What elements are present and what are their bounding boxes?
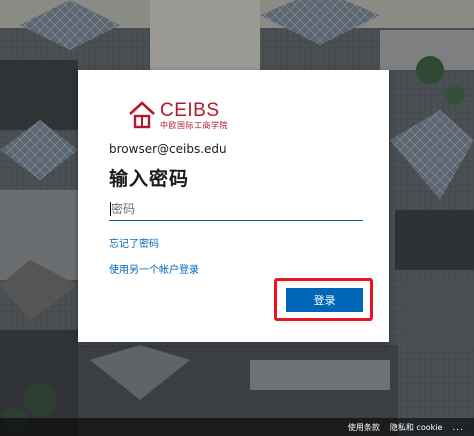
forgot-password-link[interactable]: 忘记了密码: [109, 235, 159, 250]
password-input[interactable]: [109, 198, 363, 221]
brand-name: CEIBS: [160, 99, 220, 121]
terms-link[interactable]: 使用条款: [348, 422, 380, 433]
footer-bar: 使用条款 隐私和 cookie ...: [0, 418, 474, 436]
page-title: 输入密码: [109, 168, 190, 190]
more-options-button[interactable]: ...: [452, 423, 464, 433]
signin-button[interactable]: 登录: [286, 288, 363, 312]
signin-card: CEIBS 中欧国际工商学院 browser@ceibs.edu 输入密码 忘记…: [78, 70, 389, 342]
login-screen: CEIBS 中欧国际工商学院 browser@ceibs.edu 输入密码 忘记…: [0, 0, 474, 436]
account-email: browser@ceibs.edu: [109, 142, 227, 156]
brand-subtitle: 中欧国际工商学院: [160, 120, 228, 130]
ceibs-logo: CEIBS 中欧国际工商学院: [128, 98, 228, 132]
other-account-link[interactable]: 使用另一个帐户登录: [109, 261, 199, 276]
ceibs-emblem-icon: [129, 101, 155, 129]
text-cursor: [110, 202, 111, 216]
privacy-link[interactable]: 隐私和 cookie: [390, 422, 443, 433]
